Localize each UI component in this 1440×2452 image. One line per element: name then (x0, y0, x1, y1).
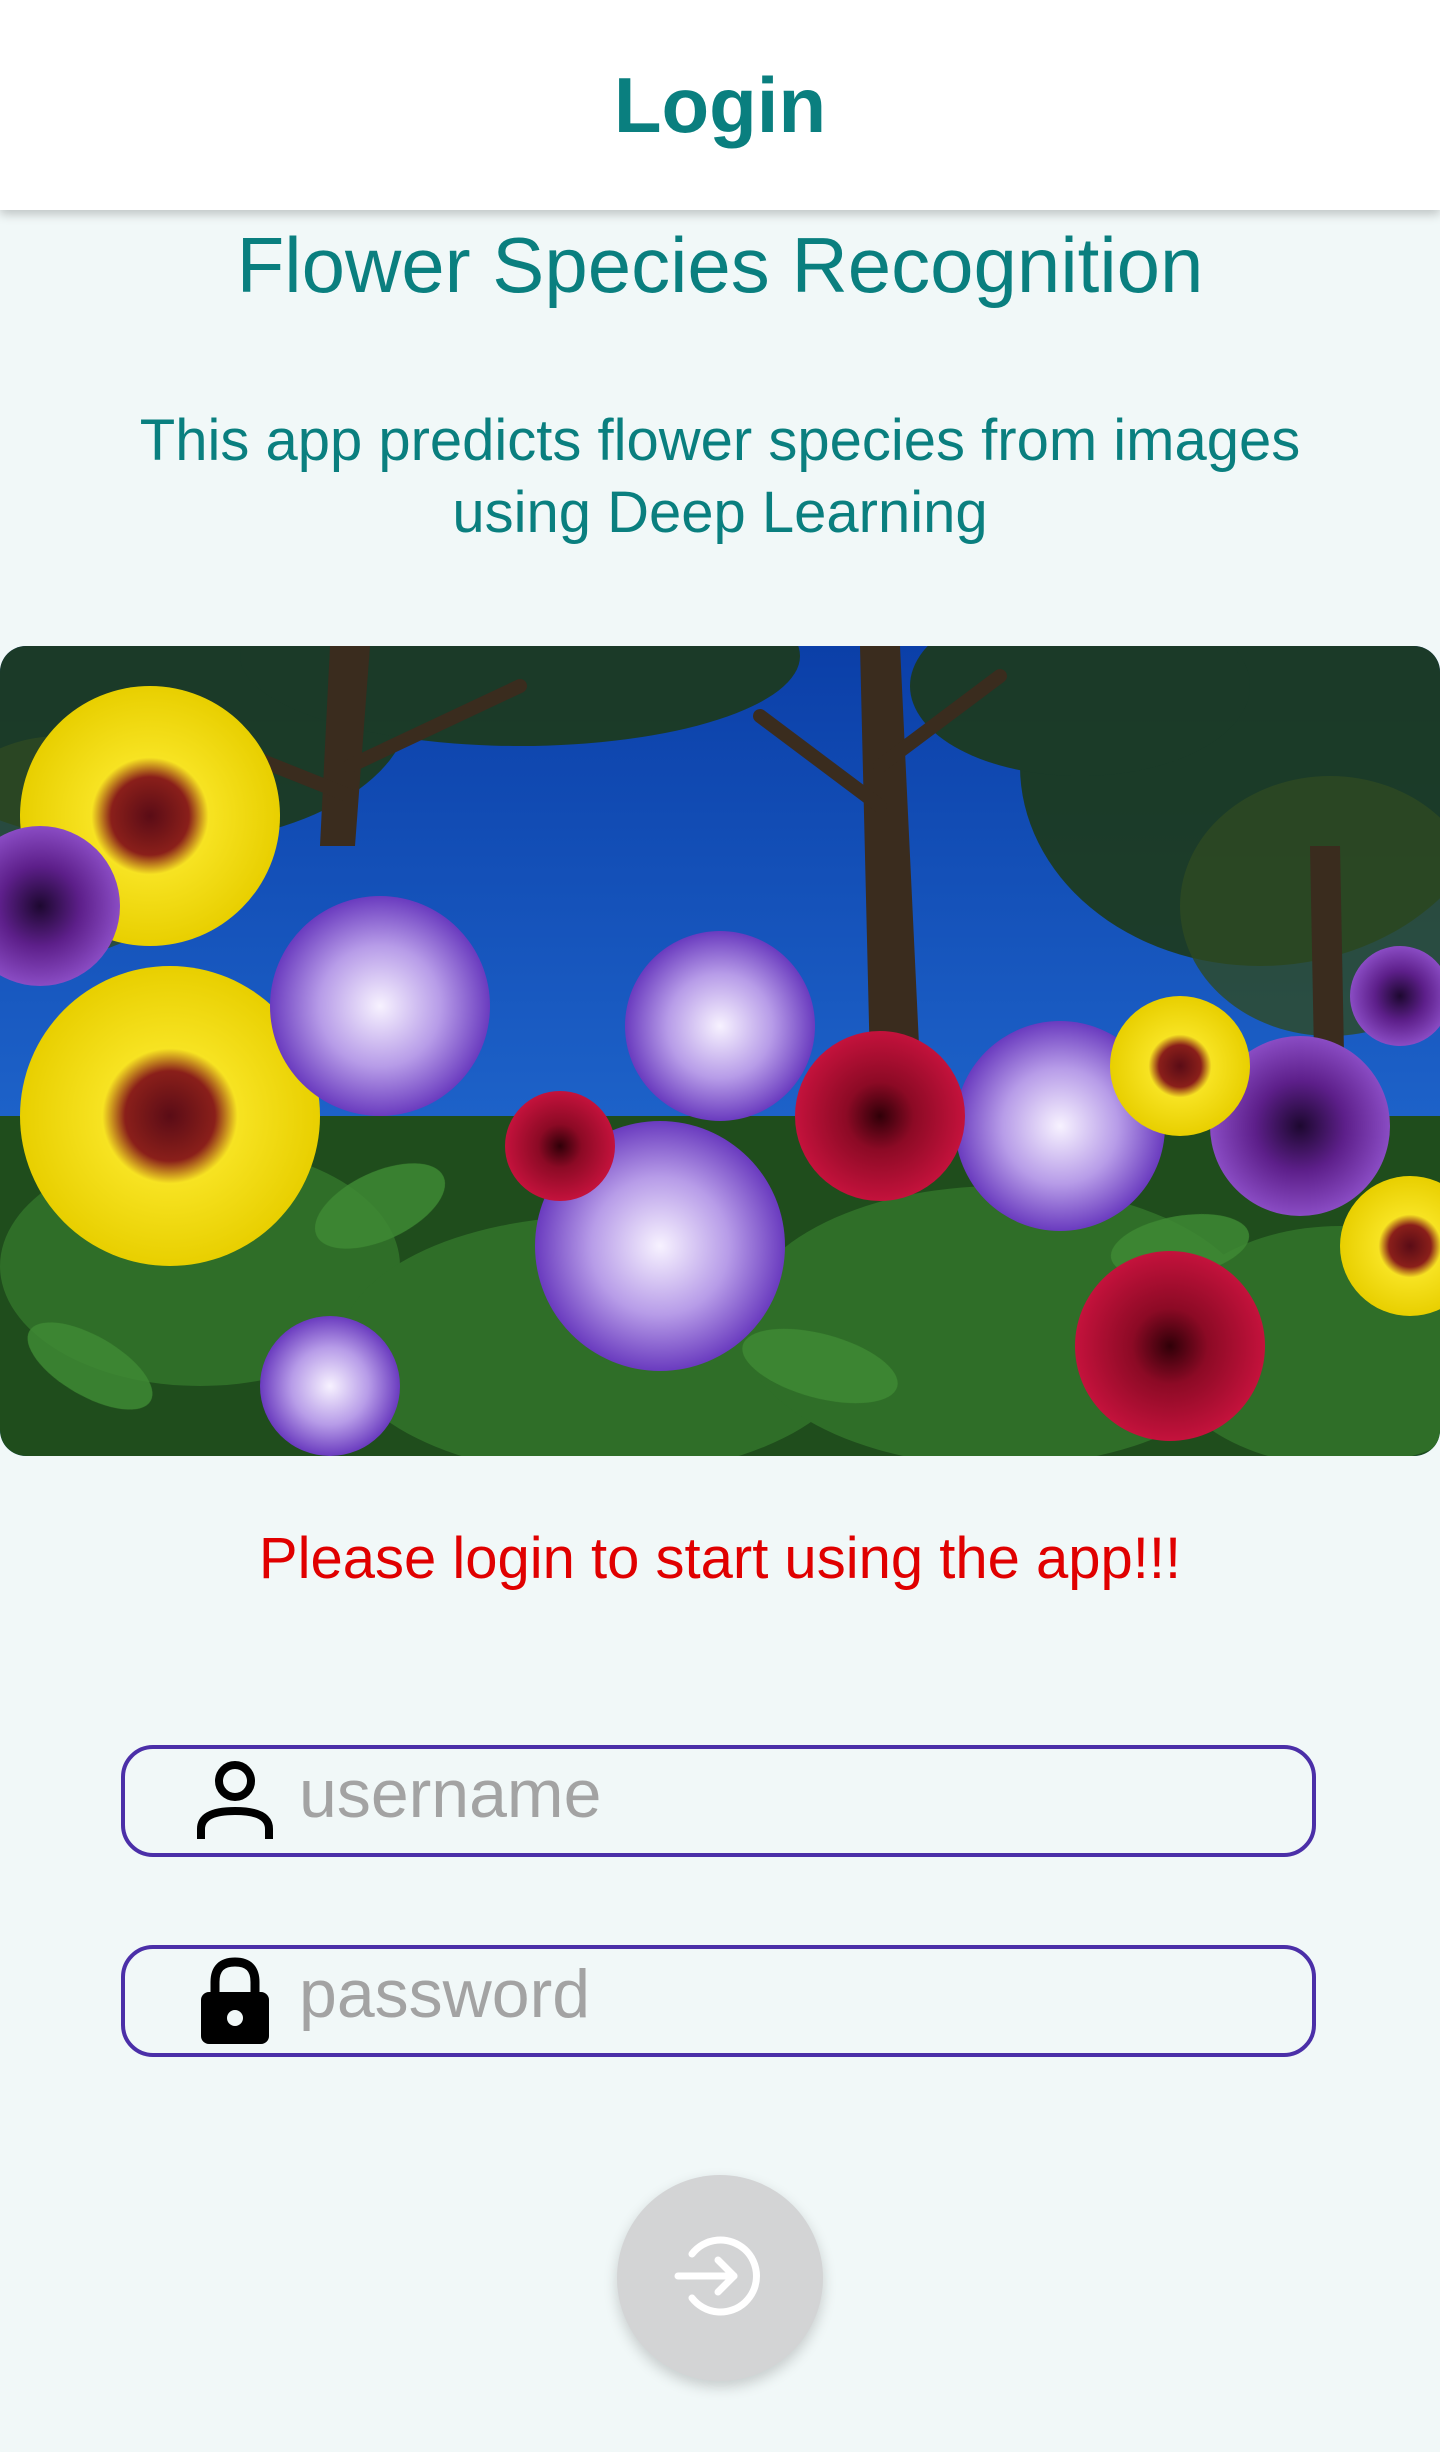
username-input[interactable] (299, 1755, 1199, 1833)
page-heading: Flower Species Recognition (236, 221, 1204, 309)
app-description: This app predicts flower species from im… (139, 408, 1301, 545)
password-input[interactable] (299, 1955, 1199, 2033)
password-field[interactable] (121, 1945, 1316, 2057)
app-bar-title: Login (613, 60, 827, 149)
username-field[interactable] (121, 1745, 1316, 1857)
lock-icon (193, 1957, 277, 2044)
login-icon (670, 2226, 770, 2331)
login-warning: Please login to start using the app!!! (258, 1526, 1182, 1591)
login-button[interactable] (617, 2175, 823, 2381)
flower-hero-image (0, 646, 1440, 1456)
person-icon (193, 1759, 277, 1843)
app-bar: Login (0, 0, 1440, 210)
